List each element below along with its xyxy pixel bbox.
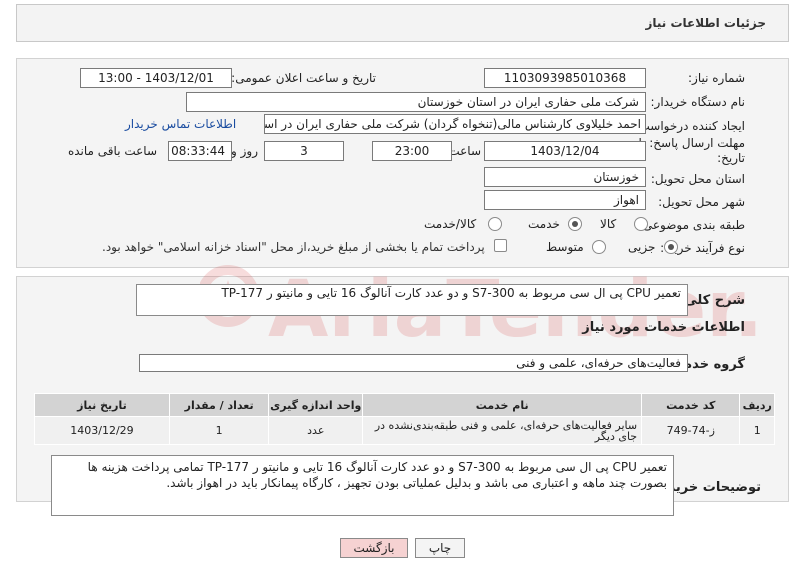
col-unit: واحد اندازه گیری <box>268 393 364 417</box>
process-option-minor: جزیی <box>628 240 656 254</box>
need-info-panel <box>16 58 789 268</box>
col-service-name: نام خدمت <box>362 393 643 417</box>
col-service-code: کد خدمت <box>641 393 741 417</box>
page-title: جزئیات اطلاعات نیاز <box>645 16 766 30</box>
province-label: استان محل تحویل: <box>650 172 745 186</box>
days-label: روز و <box>231 144 258 158</box>
cell-need-date: 1403/12/29 <box>34 416 170 445</box>
process-option-medium: متوسط <box>546 240 584 254</box>
buyer-contact-link[interactable]: اطلاعات تماس خریدار <box>125 117 236 131</box>
deadline-time-field: 23:00 <box>372 141 452 161</box>
cell-service-code: ز-74-749 <box>641 416 741 445</box>
announce-date-field: 1403/12/01 - 13:00 <box>80 68 232 88</box>
days-remaining-field: 3 <box>264 141 344 161</box>
deadline-label: مهلت ارسال پاسخ: تا <box>638 136 745 150</box>
category-radio-goods[interactable] <box>634 217 648 231</box>
back-button[interactable]: بازگشت <box>340 538 408 558</box>
table-header-row: ردیف کد خدمت نام خدمت واحد اندازه گیری ت… <box>34 393 775 417</box>
deadline-date-field: 1403/12/04 <box>484 141 646 161</box>
requester-label: ایجاد کننده درخواست: <box>634 119 745 133</box>
category-radio-service[interactable] <box>568 217 582 231</box>
process-radio-medium[interactable] <box>592 240 606 254</box>
category-radio-goods-service[interactable] <box>488 217 502 231</box>
services-section-title: اطلاعات خدمات مورد نیاز <box>582 320 745 335</box>
remaining-time-field: 08:33:44 <box>168 141 232 161</box>
page-header: جزئیات اطلاعات نیاز <box>16 4 789 42</box>
remaining-time-label: ساعت باقی مانده <box>67 144 157 158</box>
payment-note: پرداخت تمام یا بخشی از مبلغ خرید،از محل … <box>102 240 485 254</box>
col-need-date: تاریخ نیاز <box>34 393 170 417</box>
cell-quantity: 1 <box>168 416 270 445</box>
category-option-service: خدمت <box>528 217 560 231</box>
city-field: اهواز <box>484 190 646 210</box>
requester-field: احمد خلیلاوی کارشناس مالی(تنخواه گردان) … <box>264 114 646 134</box>
col-row: ردیف <box>739 393 775 417</box>
need-number-label: شماره نیاز: <box>688 71 745 85</box>
cell-unit: عدد <box>268 416 364 445</box>
print-button[interactable]: چاپ <box>415 538 465 558</box>
col-quantity: تعداد / مقدار <box>168 393 270 417</box>
table-row: 1 ز-74-749 سایر فعالیت‌های حرفه‌ای، علمی… <box>34 416 775 445</box>
treasury-checkbox[interactable] <box>494 239 507 252</box>
deadline-time-label: ساعت <box>448 144 481 158</box>
announce-date-label: تاریخ و ساعت اعلان عمومی: <box>231 71 376 85</box>
category-label: طبقه بندی موضوعی: <box>638 218 745 232</box>
deadline-date-label: تاریخ: <box>717 151 745 165</box>
process-radio-minor[interactable] <box>664 240 678 254</box>
cell-row: 1 <box>739 416 775 445</box>
buyer-org-field: شرکت ملی حفاری ایران در استان خوزستان <box>186 92 646 112</box>
city-label: شهر محل تحویل: <box>658 195 745 209</box>
summary-textarea[interactable]: تعمیر CPU پی ال سی مربوط به S7-300 و دو … <box>136 284 688 316</box>
cell-service-name: سایر فعالیت‌های حرفه‌ای، علمی و فنی طبقه… <box>362 416 643 445</box>
buyer-org-label: نام دستگاه خریدار: <box>650 95 746 109</box>
province-field: خوزستان <box>484 167 646 187</box>
need-number-field: 1103093985010368 <box>484 68 646 88</box>
services-table: ردیف کد خدمت نام خدمت واحد اندازه گیری ت… <box>34 393 775 445</box>
category-option-goods: کالا <box>600 217 617 231</box>
category-option-goods-service: کالا/خدمت <box>424 217 477 231</box>
buyer-notes-textarea[interactable]: تعمیر CPU پی ال سی مربوط به S7-300 و دو … <box>51 455 674 516</box>
service-group-field: فعالیت‌های حرفه‌ای، علمی و فنی <box>139 354 688 372</box>
